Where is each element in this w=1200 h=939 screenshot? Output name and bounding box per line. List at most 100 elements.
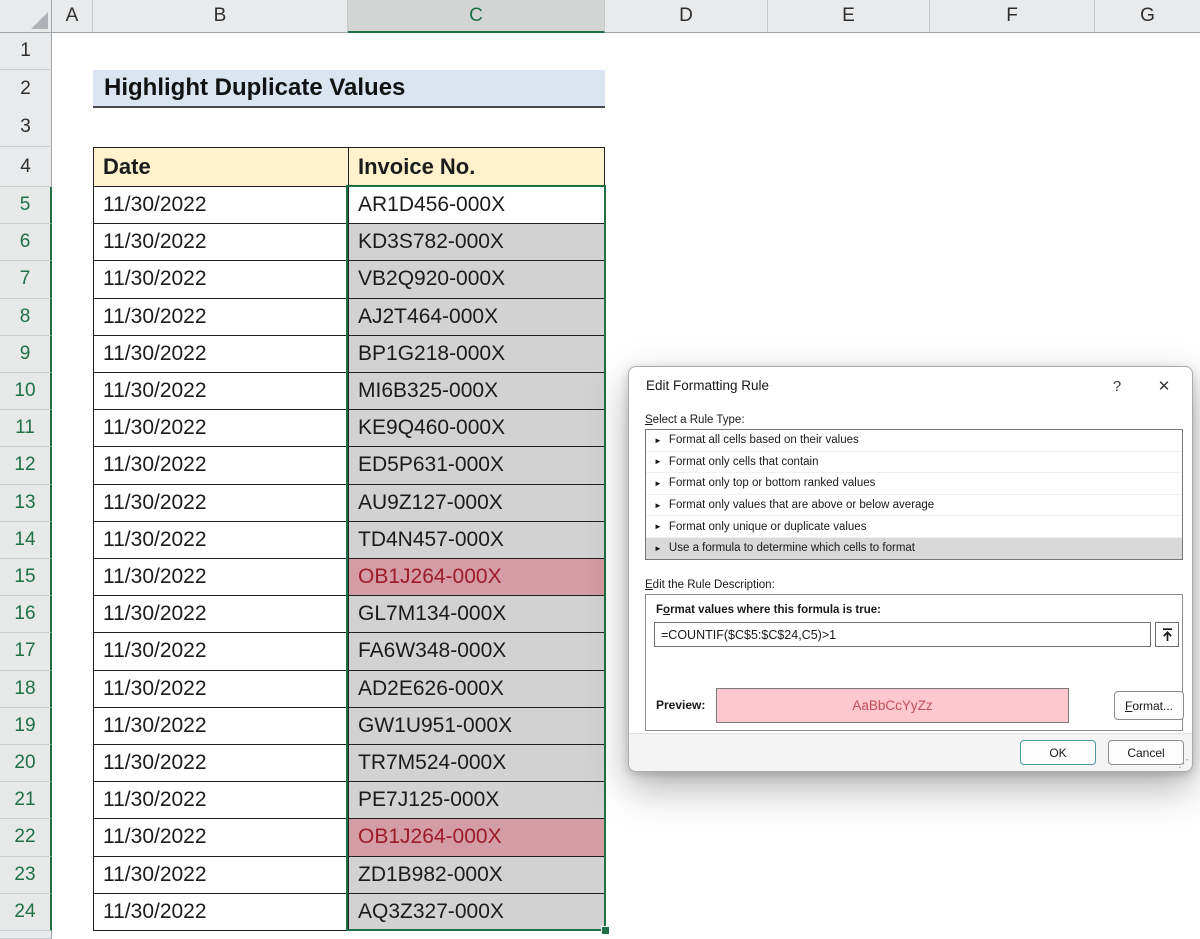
column-header-G[interactable]: G: [1095, 0, 1200, 33]
invoice-cell-r23[interactable]: ZD1B982-000X: [348, 857, 605, 894]
column-header-F[interactable]: F: [930, 0, 1095, 33]
help-icon[interactable]: ?: [1103, 373, 1131, 399]
date-cell-r19[interactable]: 11/30/2022: [93, 708, 348, 745]
column-header-B[interactable]: B: [93, 0, 348, 33]
row-header-9[interactable]: 9: [0, 336, 52, 373]
column-header-C[interactable]: C: [348, 0, 605, 33]
row-header-13[interactable]: 13: [0, 485, 52, 522]
row-header-21[interactable]: 21: [0, 782, 52, 819]
date-cell-r12[interactable]: 11/30/2022: [93, 447, 348, 484]
row-header-5[interactable]: 5: [0, 187, 52, 224]
rule-item-arrow-icon: ►: [654, 522, 662, 531]
row-header-20[interactable]: 20: [0, 745, 52, 782]
row-header-16[interactable]: 16: [0, 596, 52, 633]
invoice-cell-r10[interactable]: MI6B325-000X: [348, 373, 605, 410]
cell-title[interactable]: Highlight Duplicate Values: [93, 70, 605, 108]
column-header-A[interactable]: A: [52, 0, 93, 33]
date-cell-r13[interactable]: 11/30/2022: [93, 485, 348, 522]
rule-type-item-label: Format only values that are above or bel…: [669, 499, 934, 511]
invoice-cell-r9[interactable]: BP1G218-000X: [348, 336, 605, 373]
date-cell-r14[interactable]: 11/30/2022: [93, 522, 348, 559]
invoice-cell-r19[interactable]: GW1U951-000X: [348, 708, 605, 745]
rule-type-item-0[interactable]: ►Format all cells based on their values: [646, 430, 1182, 452]
row-header-17[interactable]: 17: [0, 633, 52, 670]
row-header-22[interactable]: 22: [0, 819, 52, 856]
column-header-D[interactable]: D: [605, 0, 768, 33]
row-header-14[interactable]: 14: [0, 522, 52, 559]
rule-type-item-3[interactable]: ►Format only values that are above or be…: [646, 495, 1182, 517]
row-header-1[interactable]: 1: [0, 33, 52, 70]
date-cell-r20[interactable]: 11/30/2022: [93, 745, 348, 782]
invoice-cell-r14[interactable]: TD4N457-000X: [348, 522, 605, 559]
formula-input[interactable]: =COUNTIF($C$5:$C$24,C5)>1: [654, 622, 1151, 647]
table-header-date[interactable]: Date: [93, 147, 348, 187]
rule-type-item-1[interactable]: ►Format only cells that contain: [646, 452, 1182, 474]
row-header-12[interactable]: 12: [0, 447, 52, 484]
format-button[interactable]: Format...: [1114, 691, 1184, 720]
invoice-cell-r21[interactable]: PE7J125-000X: [348, 782, 605, 819]
date-cell-r15[interactable]: 11/30/2022: [93, 559, 348, 596]
invoice-cell-r20[interactable]: TR7M524-000X: [348, 745, 605, 782]
date-cell-r11[interactable]: 11/30/2022: [93, 410, 348, 447]
row-header-6[interactable]: 6: [0, 224, 52, 261]
resize-grip[interactable]: ⋰: [1178, 759, 1189, 770]
date-cell-r23[interactable]: 11/30/2022: [93, 857, 348, 894]
rule-type-item-5[interactable]: ►Use a formula to determine which cells …: [646, 538, 1182, 560]
dialog-title: Edit Formatting Rule: [646, 378, 769, 393]
invoice-cell-r13[interactable]: AU9Z127-000X: [348, 485, 605, 522]
row-header-11[interactable]: 11: [0, 410, 52, 447]
rule-description-groupbox: Format values where this formula is true…: [645, 594, 1183, 731]
row-header-24[interactable]: 24: [0, 894, 52, 931]
row-header-18[interactable]: 18: [0, 671, 52, 708]
date-cell-r5[interactable]: 11/30/2022: [93, 187, 348, 224]
invoice-cell-r5[interactable]: AR1D456-000X: [348, 187, 605, 224]
rule-type-item-label: Format only unique or duplicate values: [669, 521, 867, 533]
row-header-23[interactable]: 23: [0, 857, 52, 894]
rule-type-item-2[interactable]: ►Format only top or bottom ranked values: [646, 473, 1182, 495]
invoice-cell-r17[interactable]: FA6W348-000X: [348, 633, 605, 670]
invoice-cell-r12[interactable]: ED5P631-000X: [348, 447, 605, 484]
date-cell-r9[interactable]: 11/30/2022: [93, 336, 348, 373]
date-cell-r8[interactable]: 11/30/2022: [93, 299, 348, 336]
date-cell-r16[interactable]: 11/30/2022: [93, 596, 348, 633]
date-cell-r10[interactable]: 11/30/2022: [93, 373, 348, 410]
collapse-dialog-button[interactable]: [1155, 622, 1179, 647]
row-header-8[interactable]: 8: [0, 299, 52, 336]
column-header-E[interactable]: E: [768, 0, 930, 33]
cancel-button[interactable]: Cancel: [1108, 740, 1184, 765]
invoice-cell-r7[interactable]: VB2Q920-000X: [348, 261, 605, 298]
date-cell-r6[interactable]: 11/30/2022: [93, 224, 348, 261]
date-cell-r7[interactable]: 11/30/2022: [93, 261, 348, 298]
invoice-cell-r24[interactable]: AQ3Z327-000X: [348, 894, 605, 931]
row-header-25-partial[interactable]: [0, 931, 52, 939]
row-header-7[interactable]: 7: [0, 261, 52, 298]
rule-type-item-label: Format only top or bottom ranked values: [669, 477, 875, 489]
invoice-cell-r15[interactable]: OB1J264-000X: [348, 559, 605, 596]
invoice-cell-r16[interactable]: GL7M134-000X: [348, 596, 605, 633]
preview-label: Preview:: [656, 698, 705, 712]
selection-fill-handle[interactable]: [601, 926, 610, 935]
row-header-2[interactable]: 2: [0, 70, 52, 109]
rule-type-item-4[interactable]: ► Format only unique or duplicate values: [646, 516, 1182, 538]
invoice-cell-r8[interactable]: AJ2T464-000X: [348, 299, 605, 336]
date-cell-r18[interactable]: 11/30/2022: [93, 671, 348, 708]
invoice-cell-r11[interactable]: KE9Q460-000X: [348, 410, 605, 447]
date-cell-r24[interactable]: 11/30/2022: [93, 894, 348, 931]
date-cell-r22[interactable]: 11/30/2022: [93, 819, 348, 856]
date-cell-r21[interactable]: 11/30/2022: [93, 782, 348, 819]
ok-button[interactable]: OK: [1020, 740, 1096, 765]
rule-type-listbox[interactable]: ►Format all cells based on their values►…: [645, 429, 1183, 560]
invoice-cell-r6[interactable]: KD3S782-000X: [348, 224, 605, 261]
invoice-cell-r22[interactable]: OB1J264-000X: [348, 819, 605, 856]
row-header-4[interactable]: 4: [0, 147, 52, 187]
close-icon[interactable]: ✕: [1150, 373, 1178, 399]
row-header-3[interactable]: 3: [0, 108, 52, 147]
invoice-cell-r18[interactable]: AD2E626-000X: [348, 671, 605, 708]
row-header-19[interactable]: 19: [0, 708, 52, 745]
row-header-15[interactable]: 15: [0, 559, 52, 596]
date-cell-r17[interactable]: 11/30/2022: [93, 633, 348, 670]
row-header-10[interactable]: 10: [0, 373, 52, 410]
select-all-corner[interactable]: [0, 0, 52, 33]
rule-item-arrow-icon: ►: [654, 436, 662, 445]
table-header-invoice[interactable]: Invoice No.: [348, 147, 605, 187]
